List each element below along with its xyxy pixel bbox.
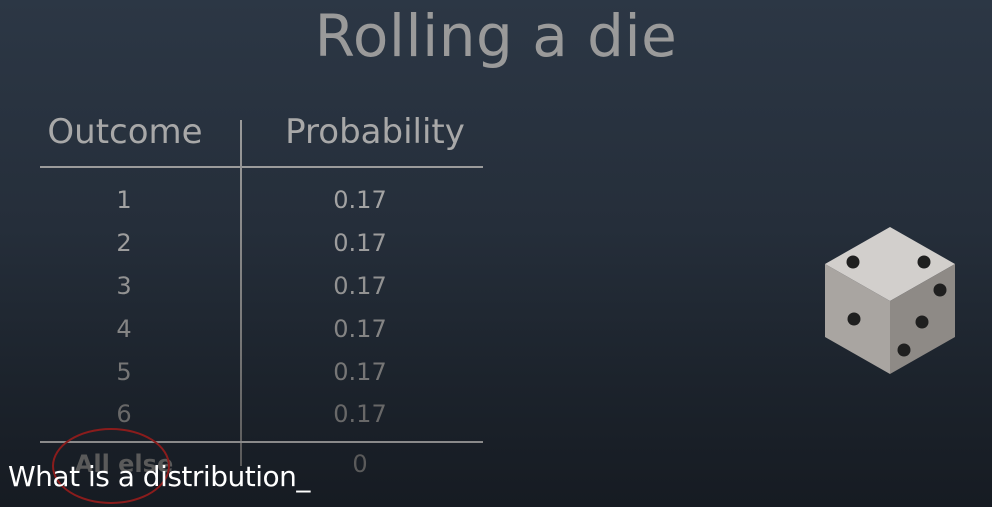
subtitle-caption: What is a distribution_ <box>8 460 310 493</box>
die-pip <box>917 255 931 269</box>
probability-cell: 0 <box>352 450 368 478</box>
die-pip <box>933 283 947 297</box>
col-header-outcome: Outcome <box>47 112 203 152</box>
outcome-cell: 3 <box>116 272 132 300</box>
col-header-probability: Probability <box>285 112 465 152</box>
probability-cell: 0.17 <box>333 400 387 428</box>
die-icon <box>820 224 960 376</box>
probability-cell: 0.17 <box>333 358 387 386</box>
column-divider <box>240 120 242 466</box>
outcome-cell: 4 <box>116 315 132 343</box>
die-pip <box>897 343 911 357</box>
probability-cell: 0.17 <box>333 186 387 214</box>
outcome-cell: 1 <box>116 186 132 214</box>
slide-title: Rolling a die <box>314 2 678 70</box>
header-divider <box>40 166 483 168</box>
outcome-cell: 6 <box>116 400 132 428</box>
outcome-cell: 2 <box>116 229 132 257</box>
probability-cell: 0.17 <box>333 272 387 300</box>
outcome-cell: 5 <box>116 358 132 386</box>
die-pip <box>915 315 929 329</box>
probability-cell: 0.17 <box>333 315 387 343</box>
probability-cell: 0.17 <box>333 229 387 257</box>
die-pip <box>846 255 860 269</box>
die-pip <box>847 312 861 326</box>
